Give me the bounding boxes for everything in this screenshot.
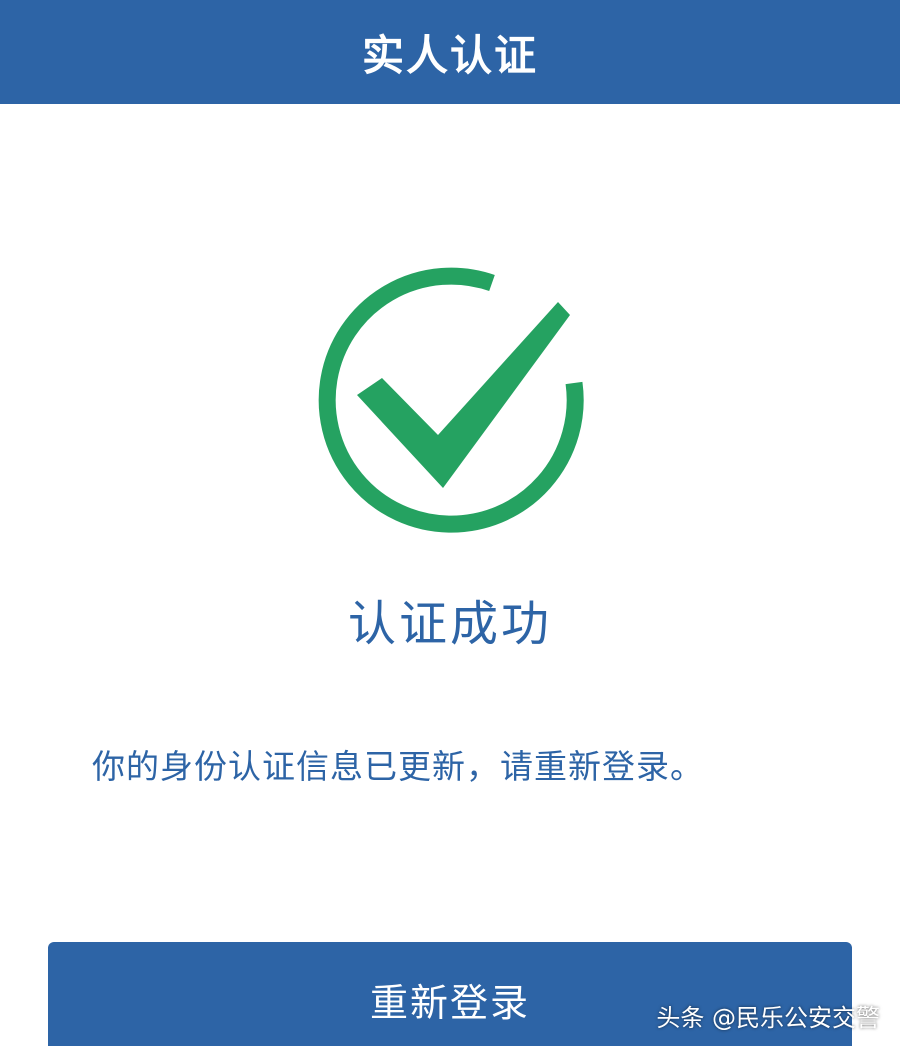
page-title: 实人认证 xyxy=(361,30,538,80)
watermark-text: 头条 @民乐公安交警 xyxy=(656,1004,880,1032)
status-message: 你的身份认证信息已更新，请重新登录。 xyxy=(92,747,704,786)
header-bar: 实人认证 xyxy=(0,0,900,104)
check-mark xyxy=(357,302,570,488)
page: 实人认证 认证成功 你的身份认证信息已更新，请重新登录。 重新登录 头条 @民乐… xyxy=(0,0,900,1046)
status-title: 认证成功 xyxy=(347,596,552,652)
check-circle-icon xyxy=(318,267,584,533)
